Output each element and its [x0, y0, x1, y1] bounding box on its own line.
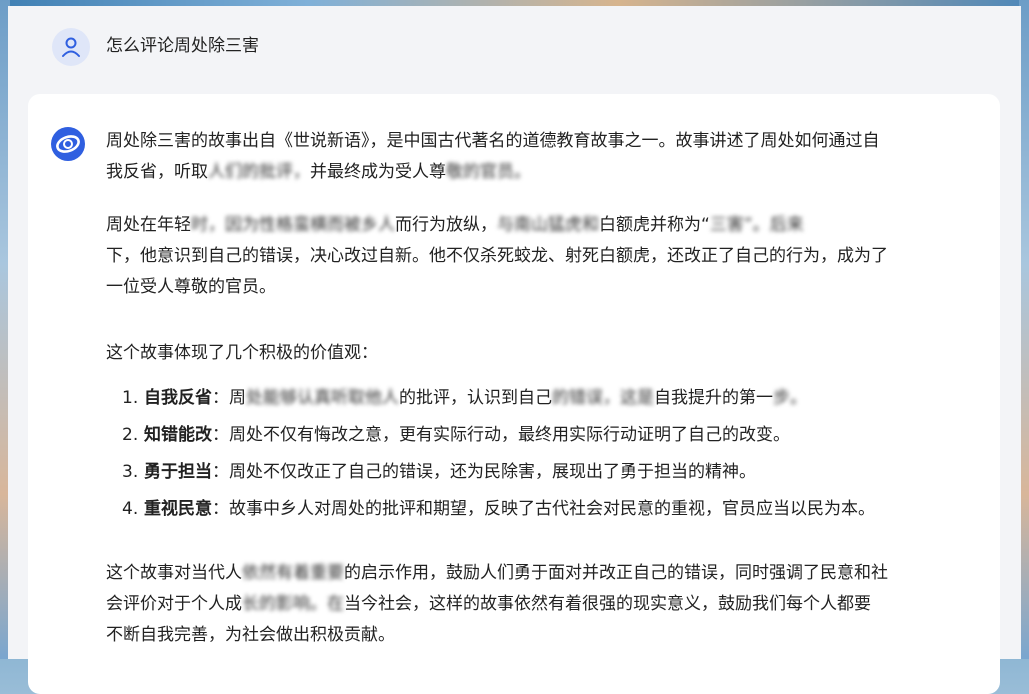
list-text: 自我提升的第一: [654, 388, 773, 408]
redacted-text: 三害”。后来: [709, 215, 804, 235]
list-term: 知错能改: [144, 425, 212, 445]
list-number: 1.: [122, 388, 139, 408]
list-term: 勇于担当: [144, 462, 212, 482]
redacted-text: 人们的批评，: [208, 162, 310, 182]
text-span: 的启示作用，鼓励人们勇于面对并改正自己的错误，同时强调了民意和社: [344, 563, 888, 583]
user-icon: [62, 37, 80, 57]
text-span: 我反省，听取: [106, 162, 208, 182]
list-item: 2. 知错能改：周处不仅有悔改之意，更有实际行动，最终用实际行动证明了自己的改变。: [106, 417, 976, 454]
assistant-logo-icon: [51, 127, 85, 161]
text-span: 下，他意识到自己的错误，决心改过自新。他不仅杀死蛟龙、射死白额虎，还改正了自己的…: [106, 246, 888, 266]
redacted-text: 步。: [773, 388, 807, 408]
list-number: 2.: [122, 425, 139, 445]
answer-paragraph-1: 周处除三害的故事出自《世说新语》，是中国古代著名的道德教育故事之一。故事讲述了周…: [106, 126, 976, 188]
text-span: 当今社会，这样的故事依然有着很强的现实意义，鼓励我们每个人都要: [344, 594, 871, 614]
answer-card: 周处除三害的故事出自《世说新语》，是中国古代著名的道德教育故事之一。故事讲述了周…: [28, 94, 1000, 694]
list-item: 3. 勇于担当：周处不仅改正了自己的错误，还为民除害，展现出了勇于担当的精神。: [106, 454, 976, 491]
answer-paragraph-2: 周处在年轻时，因为性格蛮横而被乡人而行为放纵，与南山猛虎和白额虎并称为“三害”。…: [106, 210, 976, 303]
text-span: 一位受人尊敬的官员。: [106, 277, 276, 297]
text-span: 会评价对于个人成: [106, 594, 242, 614]
redacted-text: 敬的官员。: [446, 162, 531, 182]
list-term: 重视民意: [144, 499, 212, 519]
redacted-text: 依然有着重要: [242, 563, 344, 583]
redacted-text: 处能够认真听取他人: [246, 388, 399, 408]
answer-paragraph-5: 这个故事对当代人依然有着重要的启示作用，鼓励人们勇于面对并改正自己的错误，同时强…: [106, 558, 976, 651]
list-text: ：周: [212, 388, 246, 408]
text-span: 这个故事对当代人: [106, 563, 242, 583]
list-item: 4. 重视民意：故事中乡人对周处的批评和期望，反映了古代社会对民意的重视，官员应当…: [106, 491, 976, 528]
list-text: 的批评，认识到自己: [399, 388, 552, 408]
answer-paragraph-3: 这个故事体现了几个积极的价值观：: [106, 343, 378, 363]
list-number: 3.: [122, 462, 139, 482]
redacted-text: 的错误，这是: [552, 388, 654, 408]
text-span: 周处除三害的故事出自《世说新语》，是中国古代著名的道德教育故事之一。故事讲述了周…: [106, 131, 880, 151]
values-list: 1. 自我反省：周处能够认真听取他人的批评，认识到自己的错误，这是自我提升的第一步…: [106, 380, 976, 528]
user-avatar: [52, 28, 90, 66]
chat-window: 怎么评论周处除三害 周处除三害的故事出自《世说新语》，是中国古代著名的道德教育故…: [8, 6, 1021, 694]
text-span: 而行为放纵，: [395, 215, 497, 235]
redacted-text: 与南山猛虎和: [497, 215, 599, 235]
list-text: ：周处不仅改正了自己的错误，还为民除害，展现出了勇于担当的精神。: [212, 462, 756, 482]
text-span: 白额虎并称为“: [599, 215, 710, 235]
redacted-text: 时，因为性格蛮横而被乡人: [191, 215, 395, 235]
text-span: 并最终成为受人尊: [310, 162, 446, 182]
list-text: ：周处不仅有悔改之意，更有实际行动，最终用实际行动证明了自己的改变。: [212, 425, 790, 445]
list-text: ：故事中乡人对周处的批评和期望，反映了古代社会对民意的重视，官员应当以民为本。: [212, 499, 875, 519]
user-message-row: 怎么评论周处除三害: [8, 6, 1021, 90]
text-span: 周处在年轻: [106, 215, 191, 235]
list-term: 自我反省: [144, 388, 212, 408]
text-span: 不断自我完善，为社会做出积极贡献。: [106, 625, 395, 645]
list-item: 1. 自我反省：周处能够认真听取他人的批评，认识到自己的错误，这是自我提升的第一步…: [106, 380, 976, 417]
user-question-text: 怎么评论周处除三害: [106, 36, 259, 56]
list-number: 4.: [122, 499, 139, 519]
redacted-text: 长的影响。在: [242, 594, 344, 614]
